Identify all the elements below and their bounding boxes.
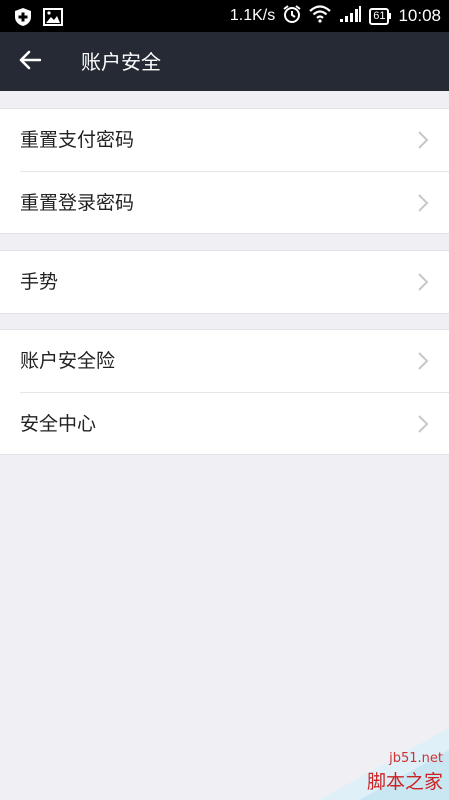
shield-plus-icon [13, 7, 33, 31]
chevron-right-icon [417, 414, 429, 434]
battery-level: 61 [369, 7, 390, 25]
list-item-label: 重置登录密码 [20, 192, 135, 214]
watermark-url: jb51.net [389, 751, 443, 766]
watermark: jb51.net 脚本之家 [299, 720, 449, 800]
chevron-right-icon [417, 351, 429, 371]
nav-bar: 账户安全 [0, 32, 449, 91]
account-security-insurance-item[interactable]: 账户安全险 [0, 330, 449, 392]
list-item-label: 账户安全险 [20, 350, 116, 372]
network-speed: 1.1K/s [229, 7, 276, 24]
chevron-right-icon [417, 272, 429, 292]
status-bar: 1.1K/s 61 10:08 [0, 0, 449, 32]
list-item-label: 安全中心 [20, 413, 97, 435]
settings-group-gesture: 手势 [0, 250, 449, 314]
watermark-text: 脚本之家 [366, 771, 443, 793]
page-title: 账户安全 [81, 50, 161, 74]
alarm-icon [282, 4, 302, 29]
reset-login-password-item[interactable]: 重置登录密码 [20, 171, 449, 233]
chevron-right-icon [417, 193, 429, 213]
list-item-label: 重置支付密码 [20, 129, 135, 151]
list-item-label: 手势 [20, 271, 59, 293]
chevron-right-icon [417, 130, 429, 150]
clock: 10:08 [398, 6, 441, 25]
settings-group-security: 账户安全险 安全中心 [0, 329, 449, 455]
security-center-item[interactable]: 安全中心 [20, 392, 449, 454]
settings-group-password: 重置支付密码 重置登录密码 [0, 108, 449, 234]
image-notification-icon [43, 7, 63, 31]
gesture-item[interactable]: 手势 [0, 251, 449, 313]
cellular-signal-icon [338, 5, 362, 28]
battery-icon: 61 [369, 7, 392, 25]
back-button[interactable] [14, 46, 46, 78]
reset-payment-password-item[interactable]: 重置支付密码 [0, 109, 449, 171]
arrow-left-icon [19, 50, 42, 74]
wifi-icon [309, 4, 331, 28]
